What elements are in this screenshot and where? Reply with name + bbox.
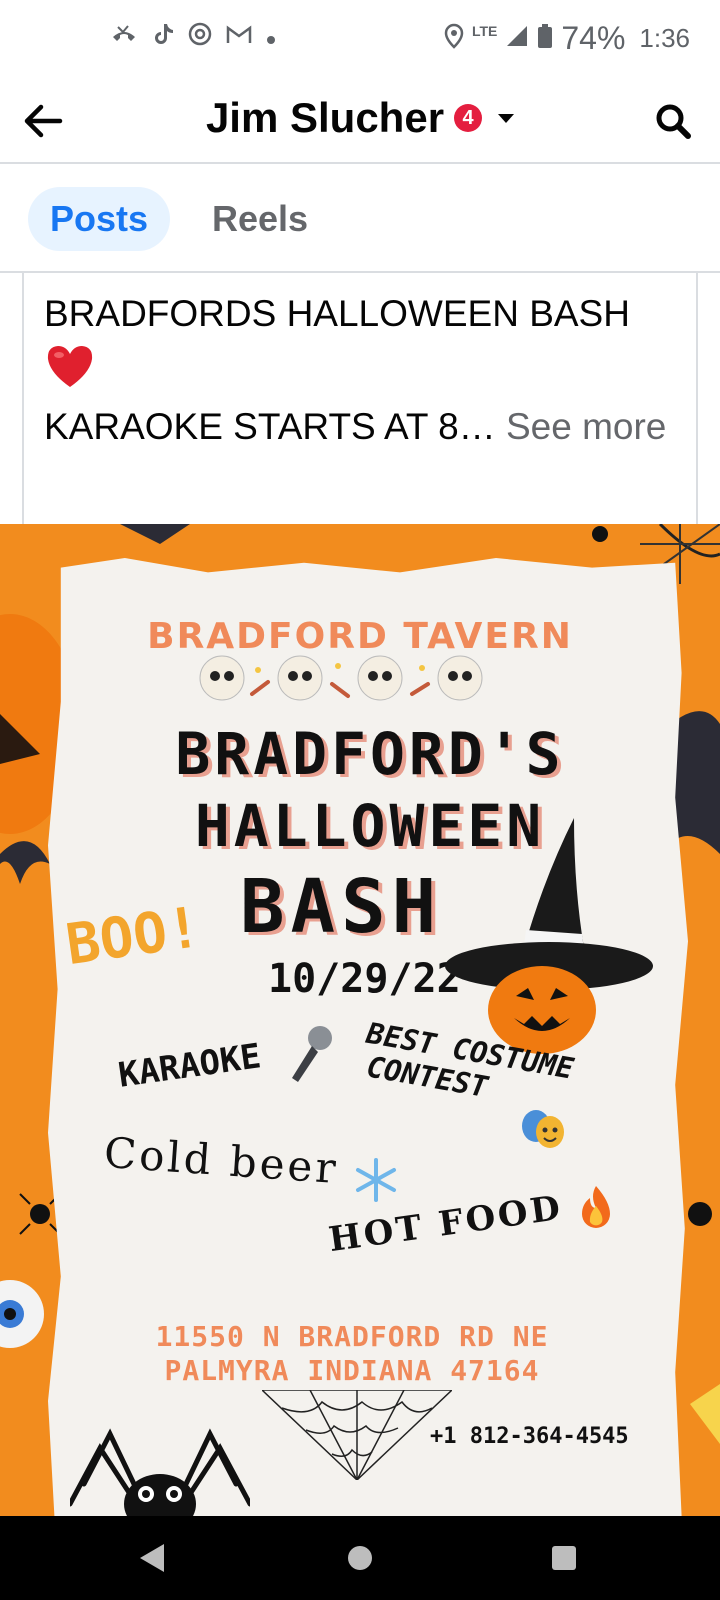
top-nav: Jim Slucher 4 <box>0 78 720 164</box>
flyer-date: 10/29/22 <box>268 956 461 1002</box>
dot-icon <box>266 24 276 52</box>
system-nav-bar <box>0 1516 720 1600</box>
missed-call-icon <box>110 23 138 52</box>
network-type: LTE <box>471 22 498 39</box>
tab-reels[interactable]: Reels <box>190 187 330 251</box>
flyer-address-line-1: 11550 N BRADFORD RD NE <box>155 1320 549 1353</box>
battery-icon <box>537 23 553 54</box>
system-home-icon[interactable] <box>348 1546 372 1570</box>
tab-posts[interactable]: Posts <box>28 187 171 251</box>
signal-icon <box>505 24 529 53</box>
post-image[interactable]: BRADFORD TAVERN BRADFORD'S HALLOWEEN BAS… <box>0 524 720 1516</box>
microphone-icon <box>292 1026 332 1082</box>
battery-percent: 74% <box>561 20 626 56</box>
flyer-venue: BRADFORD TAVERN <box>147 616 573 657</box>
caption-line-1: BRADFORDS HALLOWEEN BASH <box>44 293 630 334</box>
skulls-and-bones-icon <box>199 655 483 701</box>
profile-switcher[interactable]: Jim Slucher 4 <box>0 94 720 142</box>
theater-masks-icon <box>522 1110 564 1148</box>
page-title: Jim Slucher <box>205 94 445 141</box>
system-recents-icon[interactable] <box>552 1546 576 1570</box>
search-icon <box>656 104 691 139</box>
flyer-address-line-2: PALMYRA INDIANA 47164 <box>164 1354 540 1387</box>
clock: 1:36 <box>639 23 690 53</box>
status-right: LTE 74% 1:36 <box>444 20 690 57</box>
pumpkin-witch-hat-icon <box>445 818 653 1054</box>
status-bar: LTE 74% 1:36 <box>0 0 720 78</box>
see-more-link[interactable]: See more <box>506 406 666 447</box>
fire-icon <box>582 1186 610 1228</box>
spider-icon <box>70 1428 250 1516</box>
flyer-headline-3: BASH <box>240 864 443 950</box>
tab-bar: Posts Reels <box>0 165 720 273</box>
gmail-icon <box>226 24 252 52</box>
chevron-down-icon <box>498 113 515 123</box>
spider-web-icon <box>262 1390 452 1480</box>
notification-badge: 4 <box>454 104 483 132</box>
red-heart-icon <box>47 346 93 388</box>
threads-icon <box>188 22 212 53</box>
flyer-phone: +1 812-364-4545 <box>430 1424 629 1449</box>
system-back-icon[interactable] <box>138 1542 166 1574</box>
search-button[interactable] <box>648 96 698 146</box>
flyer-headline-1: BRADFORD'S <box>175 720 565 788</box>
tiktok-icon <box>152 22 174 53</box>
notification-icons <box>110 22 276 53</box>
location-icon <box>444 23 464 54</box>
snowflake-icon <box>356 1158 396 1202</box>
post-caption: BRADFORDS HALLOWEEN BASH KARAOKE STARTS … <box>22 273 698 524</box>
caption-line-2: KARAOKE STARTS AT 8… <box>44 406 496 448</box>
